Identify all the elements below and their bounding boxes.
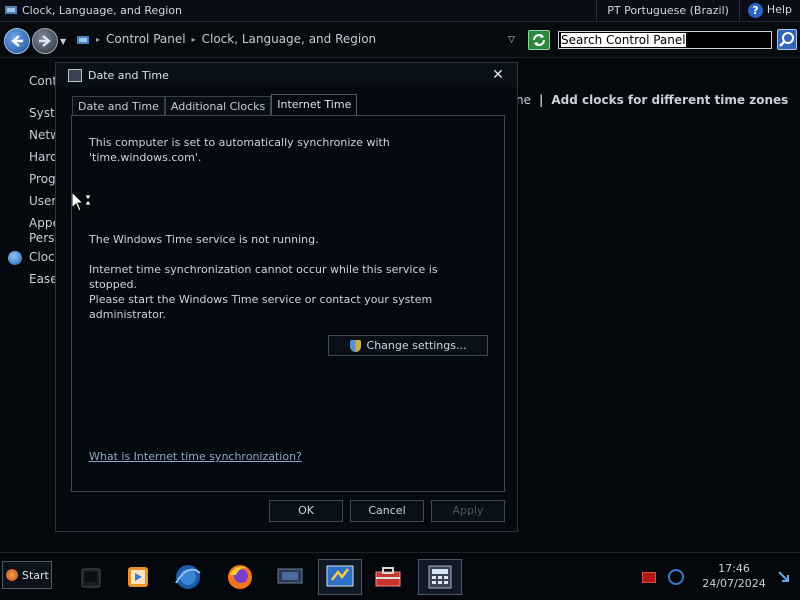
- back-button[interactable]: [4, 28, 30, 54]
- remote-desktop-icon[interactable]: [268, 559, 312, 595]
- dialog-title: Date and Time: [88, 69, 169, 82]
- link-separator: |: [539, 93, 544, 107]
- partial-task-link[interactable]: ne: [516, 93, 531, 107]
- network-icon[interactable]: [668, 569, 684, 585]
- search-icon: [779, 32, 794, 47]
- media-player-icon[interactable]: [116, 559, 160, 595]
- date-time-dialog: Date and Time ✕ Date and Time Additional…: [55, 62, 518, 532]
- uac-shield-icon: [349, 339, 361, 352]
- refresh-button[interactable]: [528, 30, 550, 50]
- busy-cursor-icon: [72, 192, 92, 212]
- clock-date: 24/07/2024: [702, 577, 766, 590]
- forward-arrow-icon: [39, 35, 51, 47]
- internet-time-help-link[interactable]: What is Internet time synchronization?: [89, 450, 302, 463]
- help-icon: ?: [747, 3, 763, 18]
- clock-time: 17:46: [718, 562, 750, 575]
- sync-status-text: This computer is set to automatically sy…: [89, 136, 390, 164]
- language-indicator[interactable]: PT Portuguese (Brazil): [596, 0, 739, 22]
- window-title: Clock, Language, and Region: [22, 4, 183, 17]
- dialog-tabs: Date and Time Additional Clocks Internet…: [72, 94, 358, 115]
- internet-time-panel: This computer is set to automatically sy…: [71, 115, 505, 492]
- control-panel-icon: [5, 6, 17, 14]
- show-desktop-icon[interactable]: [778, 571, 792, 583]
- control-panel-taskbar-icon[interactable]: [318, 559, 362, 595]
- help-label: Help: [766, 3, 792, 16]
- apply-button: Apply: [431, 500, 505, 522]
- forward-button[interactable]: [32, 28, 58, 54]
- system-clock[interactable]: 17:46 24/07/2024: [696, 561, 772, 591]
- control-panel-sidebar: Cont Syst Netw Hard Prog User Appe Pers …: [0, 58, 60, 552]
- tab-additional-clocks[interactable]: Additional Clocks: [164, 96, 272, 115]
- tab-internet-time[interactable]: Internet Time: [271, 94, 358, 115]
- navigation-bar: ▼ ▸ Control Panel ▸ Clock, Language, and…: [0, 22, 800, 58]
- current-section-bullet-icon: [8, 251, 22, 265]
- toolbox-icon[interactable]: [366, 559, 410, 595]
- internet-explorer-icon[interactable]: [166, 559, 210, 595]
- breadcrumb: ▸ Control Panel ▸ Clock, Language, and R…: [96, 32, 376, 46]
- search-button[interactable]: [777, 29, 797, 50]
- start-button[interactable]: Start: [2, 561, 52, 589]
- breadcrumb-chevron-icon[interactable]: ▸: [192, 32, 196, 46]
- calculator-icon[interactable]: [418, 559, 462, 595]
- tab-date-and-time[interactable]: Date and Time: [72, 96, 165, 115]
- sync-error-text: Internet time synchronization cannot occ…: [89, 263, 438, 321]
- ok-button[interactable]: OK: [269, 500, 343, 522]
- taskbar: Start 17:46 24/07/2024: [0, 552, 800, 600]
- background-task-links: ne | Add clocks for different time zones: [516, 93, 788, 107]
- address-dropdown-icon[interactable]: ▽: [508, 35, 515, 45]
- refresh-icon: [533, 34, 545, 46]
- window-titlebar: Clock, Language, and Region PT Portugues…: [0, 0, 800, 22]
- dialog-titlebar: Date and Time ✕: [56, 63, 517, 87]
- media-device-icon[interactable]: [68, 559, 112, 595]
- breadcrumb-control-panel[interactable]: Control Panel: [106, 32, 186, 46]
- change-settings-label: Change settings...: [366, 339, 467, 352]
- close-button[interactable]: ✕: [489, 67, 507, 83]
- service-status-text: The Windows Time service is not running.: [89, 233, 319, 246]
- change-settings-button[interactable]: Change settings...: [328, 335, 488, 356]
- add-clocks-link[interactable]: Add clocks for different time zones: [551, 93, 788, 107]
- start-label: Start: [22, 568, 49, 582]
- control-panel-icon: [77, 36, 89, 44]
- search-input[interactable]: Search Control Panel: [558, 31, 772, 49]
- breadcrumb-chevron-icon[interactable]: ▸: [96, 32, 100, 46]
- back-arrow-icon: [11, 35, 23, 47]
- date-time-icon: [68, 69, 82, 82]
- action-center-flag-icon[interactable]: [642, 572, 656, 583]
- firefox-icon[interactable]: [218, 559, 262, 595]
- breadcrumb-clock-language-region[interactable]: Clock, Language, and Region: [202, 32, 377, 46]
- recent-pages-dropdown-icon[interactable]: ▼: [60, 37, 66, 46]
- start-orb-icon: [6, 569, 18, 581]
- help-button[interactable]: ? Help: [738, 0, 800, 22]
- cancel-button[interactable]: Cancel: [350, 500, 424, 522]
